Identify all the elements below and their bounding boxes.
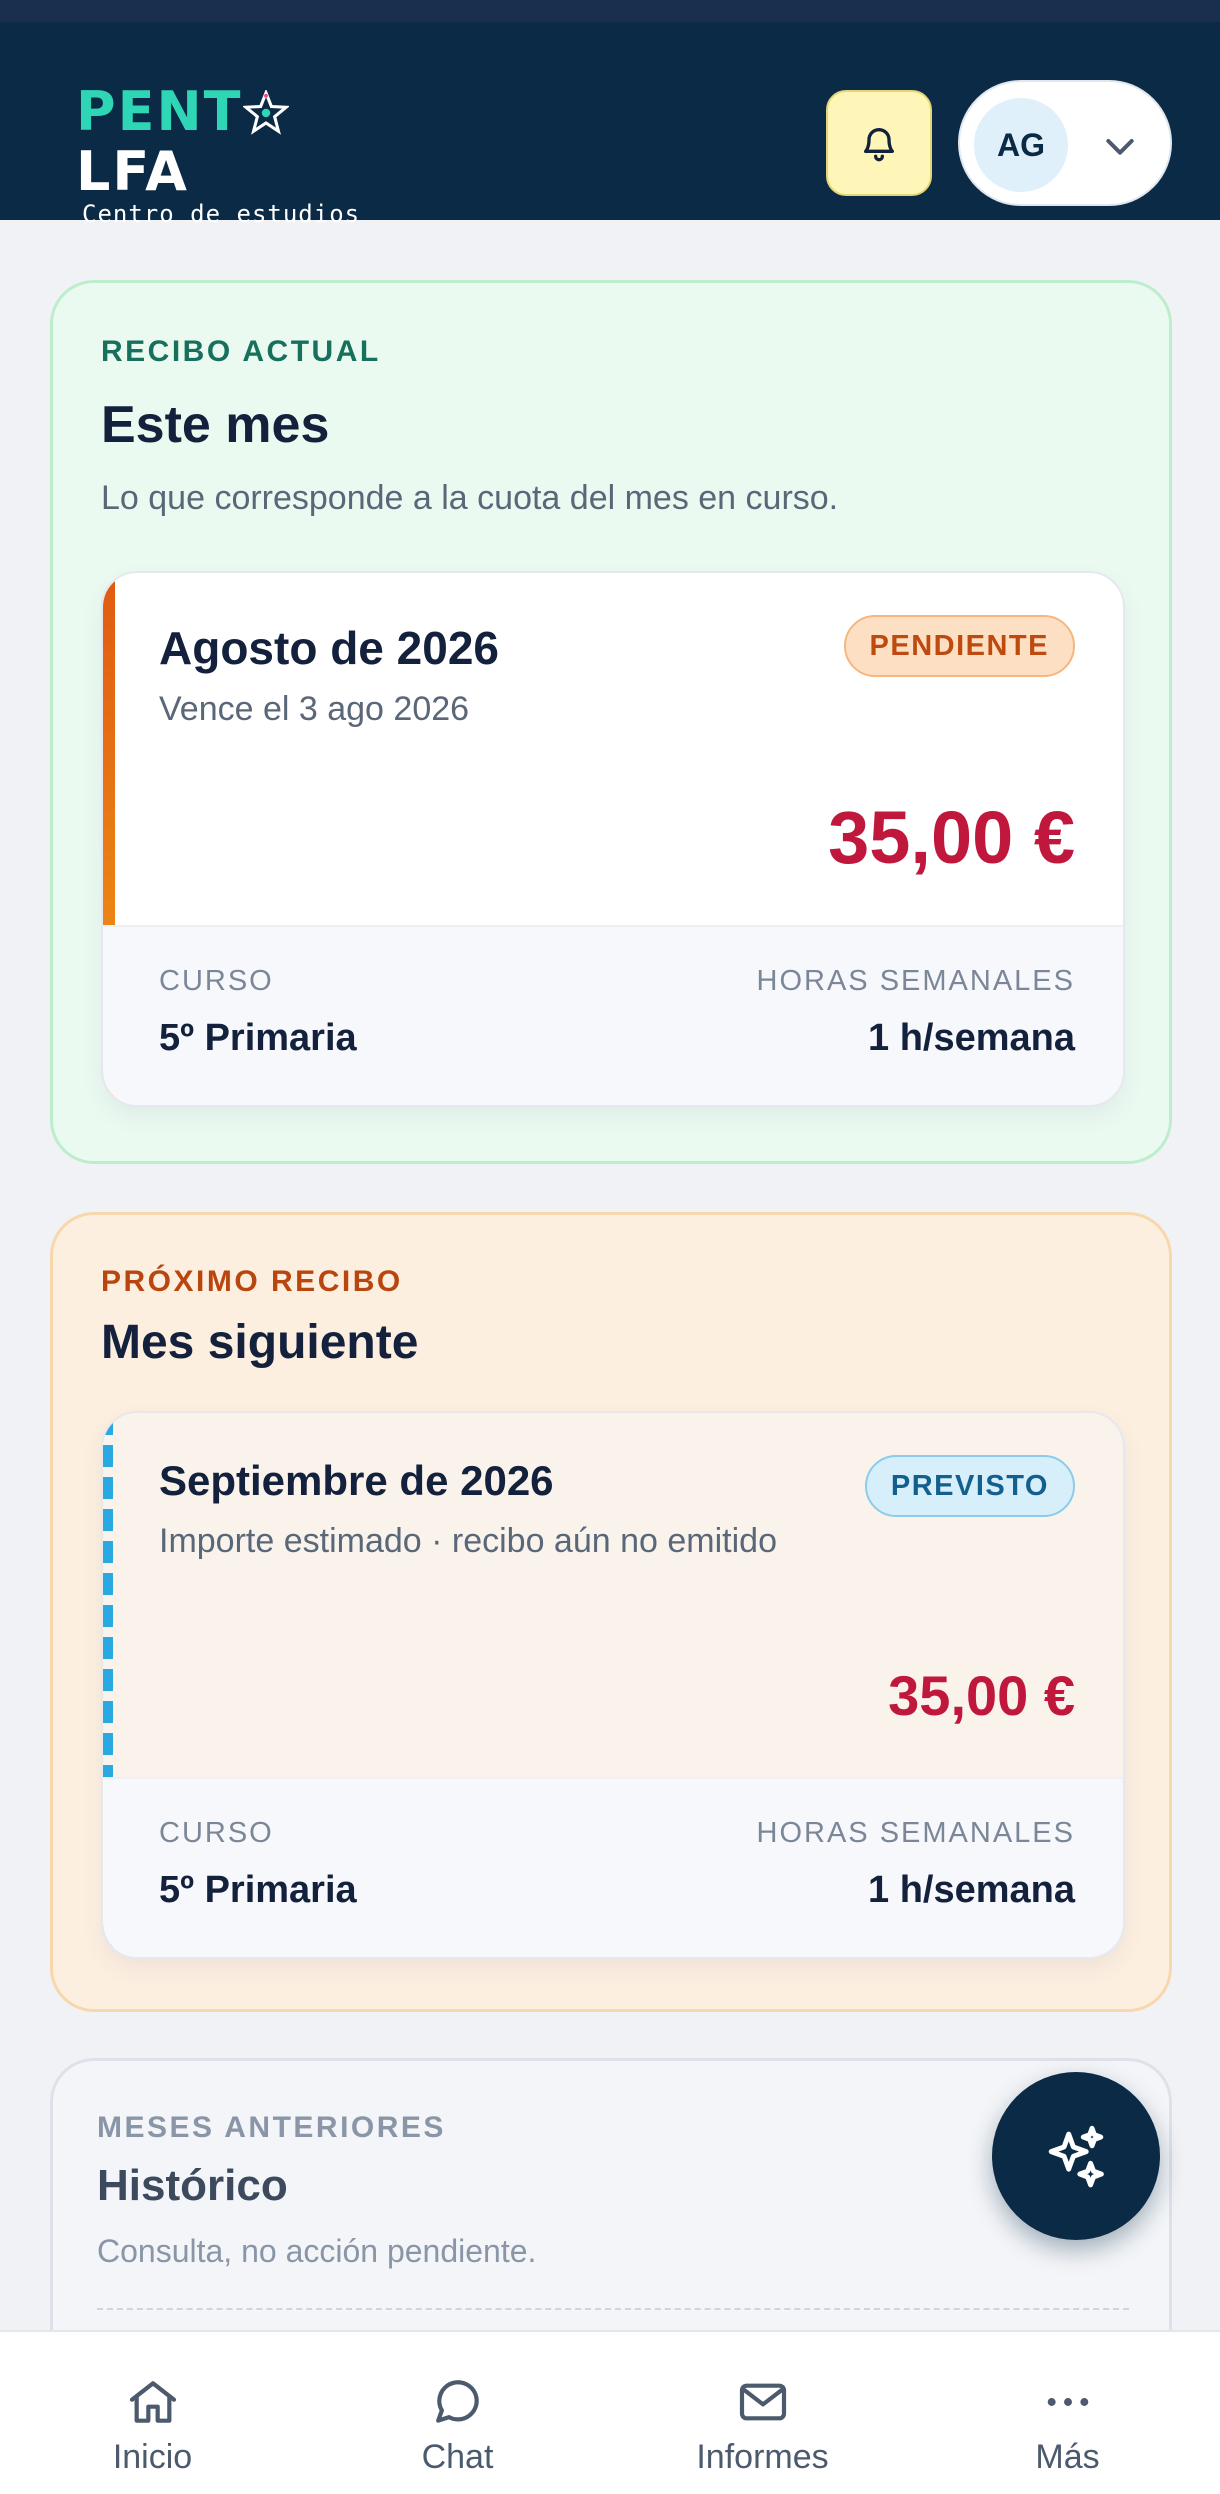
hours-value: 1 h/semana: [868, 1869, 1075, 1911]
avatar: AG: [974, 98, 1068, 192]
app-header: PENTLFA Centro de estudios AG: [0, 22, 1220, 229]
hours-label: HORAS SEMANALES: [756, 1817, 1075, 1849]
section-eyebrow: MESES ANTERIORES: [97, 2111, 446, 2144]
receipt-card-current[interactable]: Agosto de 2026 Vence el 3 ago 2026 PENDI…: [101, 571, 1125, 1107]
assistant-fab-button[interactable]: [992, 2072, 1160, 2240]
mail-icon: [739, 2383, 786, 2421]
logo-word-a: PENT: [76, 80, 243, 143]
course-value: 5º Primaria: [159, 1017, 357, 1059]
profile-menu-button[interactable]: AG: [958, 80, 1172, 206]
chat-bubble-icon: [435, 2380, 479, 2423]
nav-label: Chat: [421, 2438, 494, 2476]
receipt-card-next[interactable]: Septiembre de 2026 Importe estimado · re…: [101, 1411, 1125, 1959]
nav-label: Informes: [696, 2438, 829, 2476]
receipt-amount: 35,00 €: [888, 1664, 1075, 1727]
section-title: Histórico: [97, 2161, 288, 2210]
status-badge: PENDIENTE: [843, 615, 1075, 677]
nav-item-chat[interactable]: Chat: [305, 2332, 610, 2494]
logo-wordmark: PENTLFA: [76, 82, 376, 202]
notifications-button[interactable]: [826, 90, 932, 196]
receipt-estimate-note: Importe estimado · recibo aún no emitido: [159, 1522, 777, 1560]
nav-label: Inicio: [112, 2438, 193, 2476]
nav-label: Más: [1035, 2438, 1100, 2476]
logo-word-b: LFA: [76, 140, 189, 203]
receipt-due-date: Vence el 3 ago 2026: [159, 690, 470, 728]
logo-subtitle: Centro de estudios: [82, 200, 361, 228]
logo[interactable]: PENTLFA Centro de estudios: [76, 82, 376, 229]
next-receipt-section: PRÓXIMO RECIBO Mes siguiente Septiembre …: [50, 1212, 1172, 2012]
nav-item-inicio[interactable]: Inicio: [0, 2332, 305, 2494]
section-title: Mes siguiente: [101, 1316, 419, 1369]
receipt-details: CURSO 5º Primaria HORAS SEMANALES 1 h/se…: [103, 1777, 1123, 1957]
nav-item-informes[interactable]: Informes: [610, 2332, 915, 2494]
home-icon: [129, 2381, 176, 2423]
star-icon: [242, 90, 289, 135]
course-value: 5º Primaria: [159, 1869, 357, 1911]
section-eyebrow: RECIBO ACTUAL: [101, 335, 381, 368]
section-description: Lo que corresponde a la cuota del mes en…: [101, 479, 839, 517]
sparkles-icon: [1048, 2125, 1104, 2188]
bottom-nav: Inicio Chat Informes Más: [0, 2330, 1220, 2494]
receipt-month: Agosto de 2026: [159, 622, 499, 674]
status-badge: PREVISTO: [864, 1455, 1075, 1517]
receipt-amount: 35,00 €: [828, 796, 1075, 879]
nav-item-mas[interactable]: Más: [915, 2332, 1220, 2494]
receipt-details: CURSO 5º Primaria HORAS SEMANALES 1 h/se…: [103, 925, 1123, 1105]
hours-label: HORAS SEMANALES: [756, 965, 1075, 997]
section-description: Consulta, no acción pendiente.: [97, 2233, 537, 2269]
hours-value: 1 h/semana: [868, 1017, 1075, 1059]
current-receipt-section: RECIBO ACTUAL Este mes Lo que correspond…: [50, 280, 1172, 1164]
section-title: Este mes: [101, 396, 330, 454]
chevron-down-icon: [1106, 139, 1134, 155]
status-bar: [0, 0, 1220, 22]
course-label: CURSO: [159, 1817, 274, 1849]
course-label: CURSO: [159, 965, 274, 997]
divider: [97, 2308, 1129, 2310]
section-eyebrow: PRÓXIMO RECIBO: [101, 1265, 403, 1298]
more-horizontal-icon: [1047, 2398, 1088, 2406]
bell-icon: [864, 128, 894, 162]
receipt-month: Septiembre de 2026: [159, 1457, 554, 1504]
